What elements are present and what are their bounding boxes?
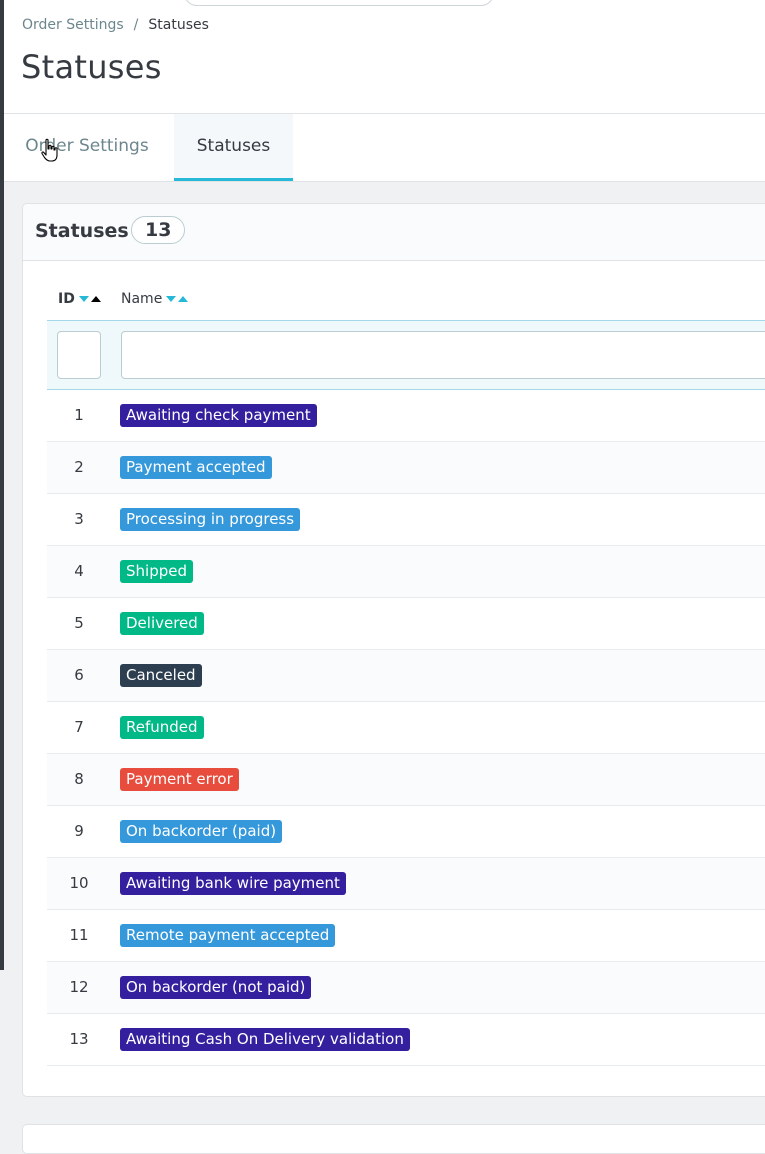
table-row[interactable]: 8 Payment error: [47, 754, 765, 806]
hand-pointer-cursor-icon: [41, 138, 58, 162]
status-id: 4: [74, 562, 84, 580]
filter-id-input[interactable]: [57, 331, 101, 379]
status-id: 9: [74, 822, 84, 840]
status-id: 1: [74, 406, 84, 424]
next-card: [22, 1124, 765, 1154]
card-title: Statuses: [35, 220, 129, 242]
table-row[interactable]: 5 Delivered: [47, 598, 765, 650]
tab-bar: Order Settings Statuses: [4, 114, 765, 182]
status-badge[interactable]: Awaiting bank wire payment: [120, 872, 346, 895]
status-id: 10: [69, 874, 89, 892]
status-badge[interactable]: Awaiting Cash On Delivery validation: [120, 1028, 410, 1051]
sidebar-edge-lower: [0, 970, 2, 1131]
tab-statuses[interactable]: Statuses: [174, 114, 293, 181]
sort-asc-icon[interactable]: [90, 296, 101, 302]
column-header-name-label: Name: [121, 291, 163, 307]
status-badge[interactable]: On backorder (not paid): [120, 976, 312, 999]
breadcrumb-separator: /: [133, 17, 139, 33]
status-badge[interactable]: Payment error: [120, 768, 239, 791]
breadcrumb: Order Settings / Statuses: [22, 17, 209, 33]
status-table-body: 1 Awaiting check payment 2 Payment accepted…: [47, 390, 765, 1066]
status-id: 5: [74, 614, 84, 632]
table-row[interactable]: 3 Processing in progress: [47, 494, 765, 546]
column-header-name[interactable]: Name: [121, 291, 189, 307]
status-count-badge: 13: [131, 216, 186, 244]
table-row[interactable]: 2 Payment accepted: [47, 442, 765, 494]
status-id: 11: [69, 926, 89, 944]
status-id: 12: [69, 978, 89, 996]
status-badge[interactable]: Awaiting check payment: [120, 404, 317, 427]
table-row[interactable]: 6 Canceled: [47, 650, 765, 702]
status-badge[interactable]: On backorder (paid): [120, 820, 283, 843]
sort-desc-icon[interactable]: [78, 296, 89, 302]
status-id: 6: [74, 666, 84, 684]
status-badge[interactable]: Canceled: [120, 664, 202, 687]
table-row[interactable]: 9 On backorder (paid): [47, 806, 765, 858]
table-row[interactable]: 4 Shipped: [47, 546, 765, 598]
status-badge[interactable]: Delivered: [120, 612, 204, 635]
page-header: Order Settings / Statuses Statuses: [4, 0, 765, 114]
table-row[interactable]: 12 On backorder (not paid): [47, 962, 765, 1014]
table-row[interactable]: 7 Refunded: [47, 702, 765, 754]
status-badge[interactable]: Refunded: [120, 716, 204, 739]
sort-control-id[interactable]: [78, 296, 101, 302]
status-id: 3: [74, 510, 84, 528]
page-title: Statuses: [21, 48, 162, 86]
status-id: 7: [74, 718, 84, 736]
search-input[interactable]: [184, 0, 494, 6]
status-badge[interactable]: Remote payment accepted: [120, 924, 336, 947]
status-id: 13: [69, 1030, 89, 1048]
table-row[interactable]: 10 Awaiting bank wire payment: [47, 858, 765, 910]
statuses-card: Statuses 13 ID Name 1 Awaiting check paym…: [22, 203, 765, 1097]
table-row[interactable]: 13 Awaiting Cash On Delivery validation: [47, 1014, 765, 1066]
sort-desc-icon[interactable]: [166, 296, 177, 302]
tab-order-settings[interactable]: Order Settings: [4, 114, 170, 181]
breadcrumb-link-order-settings[interactable]: Order Settings: [22, 17, 124, 33]
filter-name-input[interactable]: [121, 331, 765, 379]
column-header-id-label: ID: [58, 291, 75, 307]
card-header: Statuses 13: [23, 204, 765, 261]
filter-row: [47, 320, 765, 390]
table-row[interactable]: 1 Awaiting check payment: [47, 390, 765, 442]
status-badge[interactable]: Shipped: [120, 560, 193, 583]
breadcrumb-current: Statuses: [148, 17, 209, 33]
status-badge[interactable]: Payment accepted: [120, 456, 272, 479]
sort-asc-icon[interactable]: [178, 296, 189, 302]
sort-control-name[interactable]: [166, 296, 189, 302]
column-header-id[interactable]: ID: [58, 291, 101, 307]
table-row[interactable]: 11 Remote payment accepted: [47, 910, 765, 962]
status-badge[interactable]: Processing in progress: [120, 508, 301, 531]
status-id: 2: [74, 458, 84, 476]
status-id: 8: [74, 770, 84, 788]
